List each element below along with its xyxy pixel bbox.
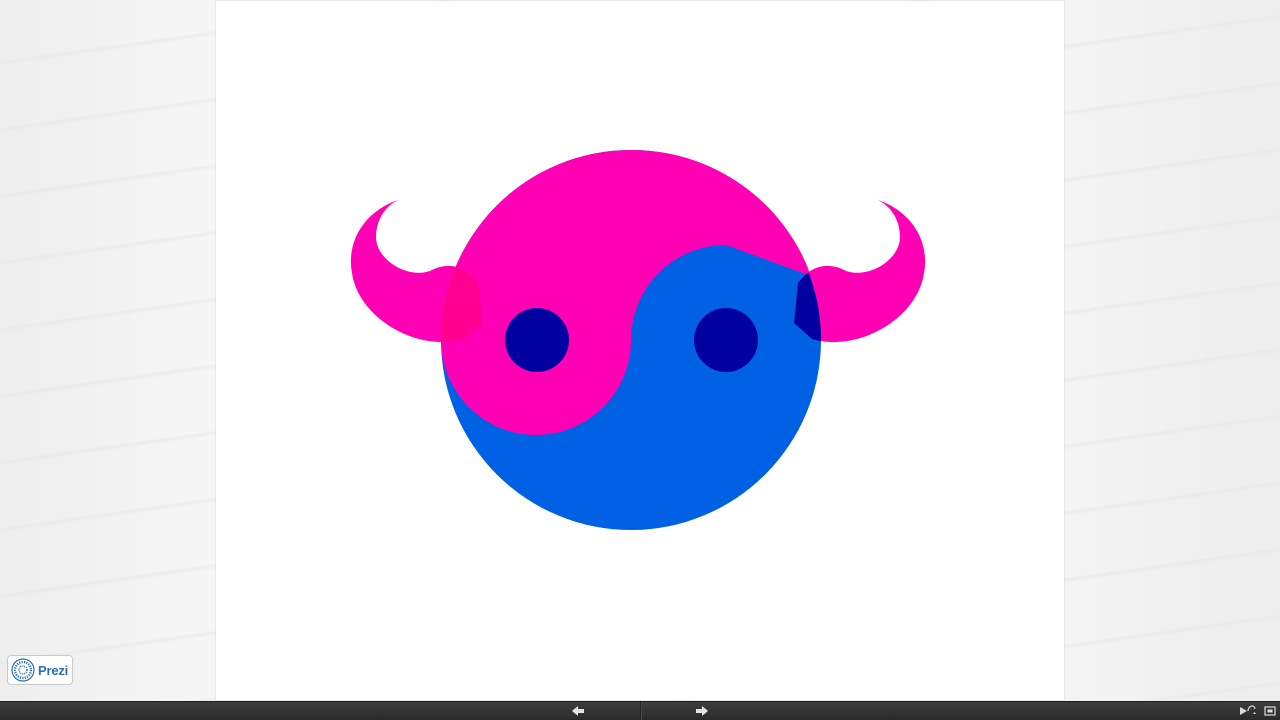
right-eye	[694, 308, 758, 372]
arrow-right-icon	[696, 706, 709, 716]
navigation-controls	[516, 702, 764, 720]
prezi-logo-button[interactable]: Prezi	[7, 655, 73, 685]
prezi-logo-text: Prezi	[38, 662, 69, 678]
arrow-left-icon	[571, 706, 584, 716]
fullscreen-icon	[1264, 706, 1276, 716]
left-eye	[505, 308, 569, 372]
autoplay-button[interactable]	[1238, 705, 1258, 717]
yin-yang-bull-graphic	[350, 149, 926, 530]
bottom-toolbar	[0, 701, 1280, 720]
slide-canvas	[216, 1, 1064, 700]
fullscreen-button[interactable]	[1264, 705, 1276, 717]
next-step-button[interactable]	[641, 702, 765, 720]
autoplay-icon	[1240, 705, 1256, 715]
previous-step-button[interactable]	[516, 702, 641, 720]
toolbar-right-controls	[1238, 702, 1276, 720]
prezi-logo-icon	[11, 658, 35, 682]
